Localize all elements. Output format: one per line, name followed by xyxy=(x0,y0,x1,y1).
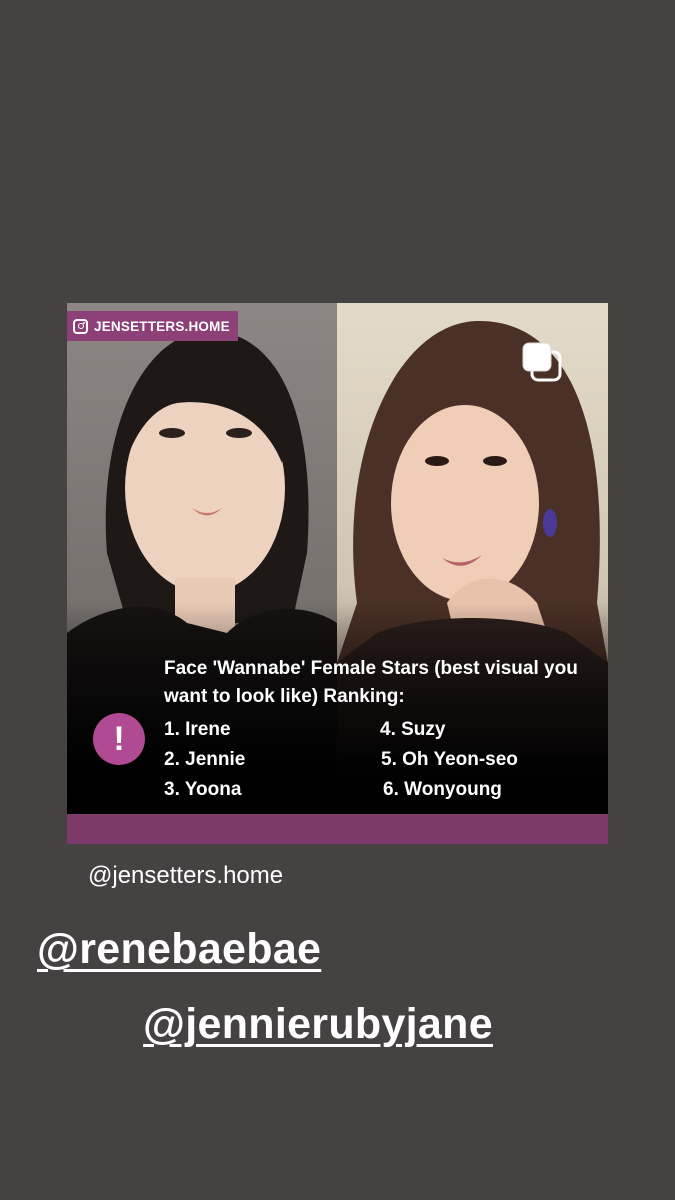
mention-renebaebae[interactable]: @renebaebae xyxy=(37,925,321,974)
post-credit-link[interactable]: @jensetters.home xyxy=(88,862,283,890)
mention-jennierubyjane[interactable]: @jennierubyjane xyxy=(143,1000,493,1049)
ranking-item: 1. Irene xyxy=(164,719,231,740)
post-card[interactable]: JENSETTERS.HOME Face 'Wannabe' Female St… xyxy=(67,303,608,844)
post-headline: Face 'Wannabe' Female Stars (best visual… xyxy=(164,658,578,707)
ranking-item: 6. Wonyoung xyxy=(383,779,502,800)
account-badge[interactable]: JENSETTERS.HOME xyxy=(67,311,238,341)
post-bottom-bar xyxy=(67,814,608,844)
ranking-item: 3. Yoona xyxy=(164,779,242,800)
multiple-images-icon[interactable] xyxy=(520,340,566,386)
ranking-item: 5. Oh Yeon-seo xyxy=(381,749,518,770)
instagram-icon xyxy=(73,318,88,334)
ranking-item: 2. Jennie xyxy=(164,749,246,770)
ranking-item: 4. Suzy xyxy=(380,719,446,740)
account-badge-label: JENSETTERS.HOME xyxy=(94,318,230,334)
exclamation-icon: ! xyxy=(93,713,145,765)
